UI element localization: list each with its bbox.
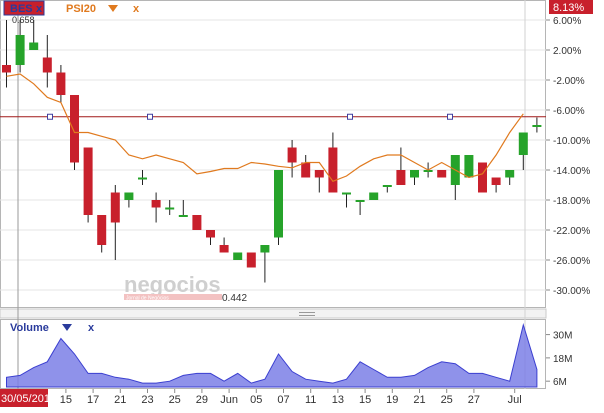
candle-body-down: [56, 72, 66, 95]
candle-body-down: [491, 177, 501, 185]
candle-body-down: [151, 200, 161, 208]
ticker-label: BES: [10, 3, 33, 15]
volume-remove-x[interactable]: x: [88, 322, 95, 334]
x-tick-label: 21: [413, 394, 425, 406]
watermark-sub-label: Jornal de Negócios: [126, 296, 169, 302]
candle-body-down: [70, 95, 79, 163]
candle-body-down: [83, 147, 93, 215]
candle-body-down: [110, 192, 120, 223]
x-tick-label: 07: [277, 394, 289, 406]
candle-body-down: [437, 170, 447, 178]
candle-body-down: [192, 215, 202, 230]
x-tick-label: 15: [359, 394, 371, 406]
psi20-legend-label[interactable]: PSI20: [66, 3, 96, 15]
x-tick-label: 29: [196, 394, 208, 406]
candle-body-down: [219, 245, 229, 253]
candle-body-down: [246, 252, 256, 268]
y-tick-label: 6.00%: [553, 16, 581, 27]
candle-body-up: [29, 42, 39, 50]
candle-body-up: [518, 132, 528, 155]
x-tick-label: 17: [87, 394, 99, 406]
candle-body-up: [464, 155, 474, 178]
ticker-remove-x[interactable]: x: [36, 3, 43, 15]
candle-body-up: [233, 252, 243, 260]
y-tick-label: -14.00%: [553, 166, 590, 177]
x-axis-start-date: 30/05/2012: [1, 393, 56, 405]
chart-canvas: 6.00% 2.00% -2.00% -6.00% -10.00% -14.00% -18.…: [0, 0, 593, 407]
candle-body-down: [97, 215, 107, 245]
y-tick-label: -30.00%: [553, 286, 590, 297]
watermark-logo: negocios: [124, 272, 221, 297]
candle-body-down: [42, 57, 52, 73]
candle-body-up: [274, 170, 283, 238]
candle-body-up: [138, 177, 147, 180]
main-plot-frame: [0, 0, 546, 308]
x-tick-label: Jun: [220, 394, 238, 406]
y-tick-label: -26.00%: [553, 256, 590, 267]
candle-body-down: [287, 147, 297, 163]
x-tick-label: 25: [441, 394, 453, 406]
volume-y-tick-label: 18M: [553, 354, 572, 365]
y-tick-label: -18.00%: [553, 196, 590, 207]
y-tick-label: 2.00%: [553, 46, 581, 57]
x-tick-label: 27: [468, 394, 480, 406]
ticker-value: 0.658: [12, 15, 35, 25]
reference-line-handle: [447, 113, 453, 120]
volume-legend-label[interactable]: Volume: [10, 322, 49, 334]
y-tick-label: -2.00%: [553, 76, 585, 87]
candle-body-down: [314, 170, 324, 178]
x-tick-label: 13: [332, 394, 344, 406]
reference-line-handle: [47, 113, 53, 120]
candle-body-down: [301, 162, 311, 178]
current-value-text: 8.13%: [553, 2, 584, 14]
candle-body-down: [206, 230, 215, 238]
candle-body-down: [396, 170, 406, 185]
panel-splitter[interactable]: [0, 308, 547, 319]
candle-body-up: [15, 35, 25, 65]
candle-body-up: [410, 170, 419, 178]
x-tick-label: 11: [305, 394, 316, 406]
candle-body-up: [178, 215, 188, 217]
x-tick-label: 15: [60, 394, 72, 406]
x-tick-label: 23: [141, 394, 153, 406]
candle-body-up: [369, 192, 379, 200]
candle-body-down: [478, 162, 487, 193]
candle-body-up: [124, 192, 134, 200]
candle-body-down: [2, 65, 11, 73]
y-tick-label: -6.00%: [553, 106, 585, 117]
y-tick-label: -22.00%: [553, 226, 590, 237]
x-tick-label: 19: [386, 394, 398, 406]
psi20-remove-x[interactable]: x: [133, 3, 140, 15]
candle-body-up: [505, 170, 515, 178]
x-tick-label: 21: [114, 394, 126, 406]
candle-body-up: [532, 125, 542, 127]
candle-body-up: [382, 185, 392, 187]
x-tick-label: 25: [169, 394, 181, 406]
candle-body-down: [328, 147, 338, 193]
y-tick-label: -10.00%: [553, 136, 590, 147]
candle-body-up: [342, 192, 351, 195]
x-tick-label: Jul: [508, 394, 522, 406]
low-value-label: 0.442: [222, 293, 247, 304]
volume-y-tick-label: 30M: [553, 331, 572, 342]
reference-line-handle: [347, 113, 353, 120]
candle-body-up: [355, 200, 365, 202]
volume-y-tick-label: 6M: [553, 377, 567, 388]
reference-line-handle: [147, 113, 153, 120]
candle-body-up: [260, 245, 270, 253]
candle-body-up: [165, 207, 175, 210]
x-tick-label: 05: [250, 394, 262, 406]
stock-chart-widget: 6.00% 2.00% -2.00% -6.00% -10.00% -14.00% -18.…: [0, 0, 604, 408]
